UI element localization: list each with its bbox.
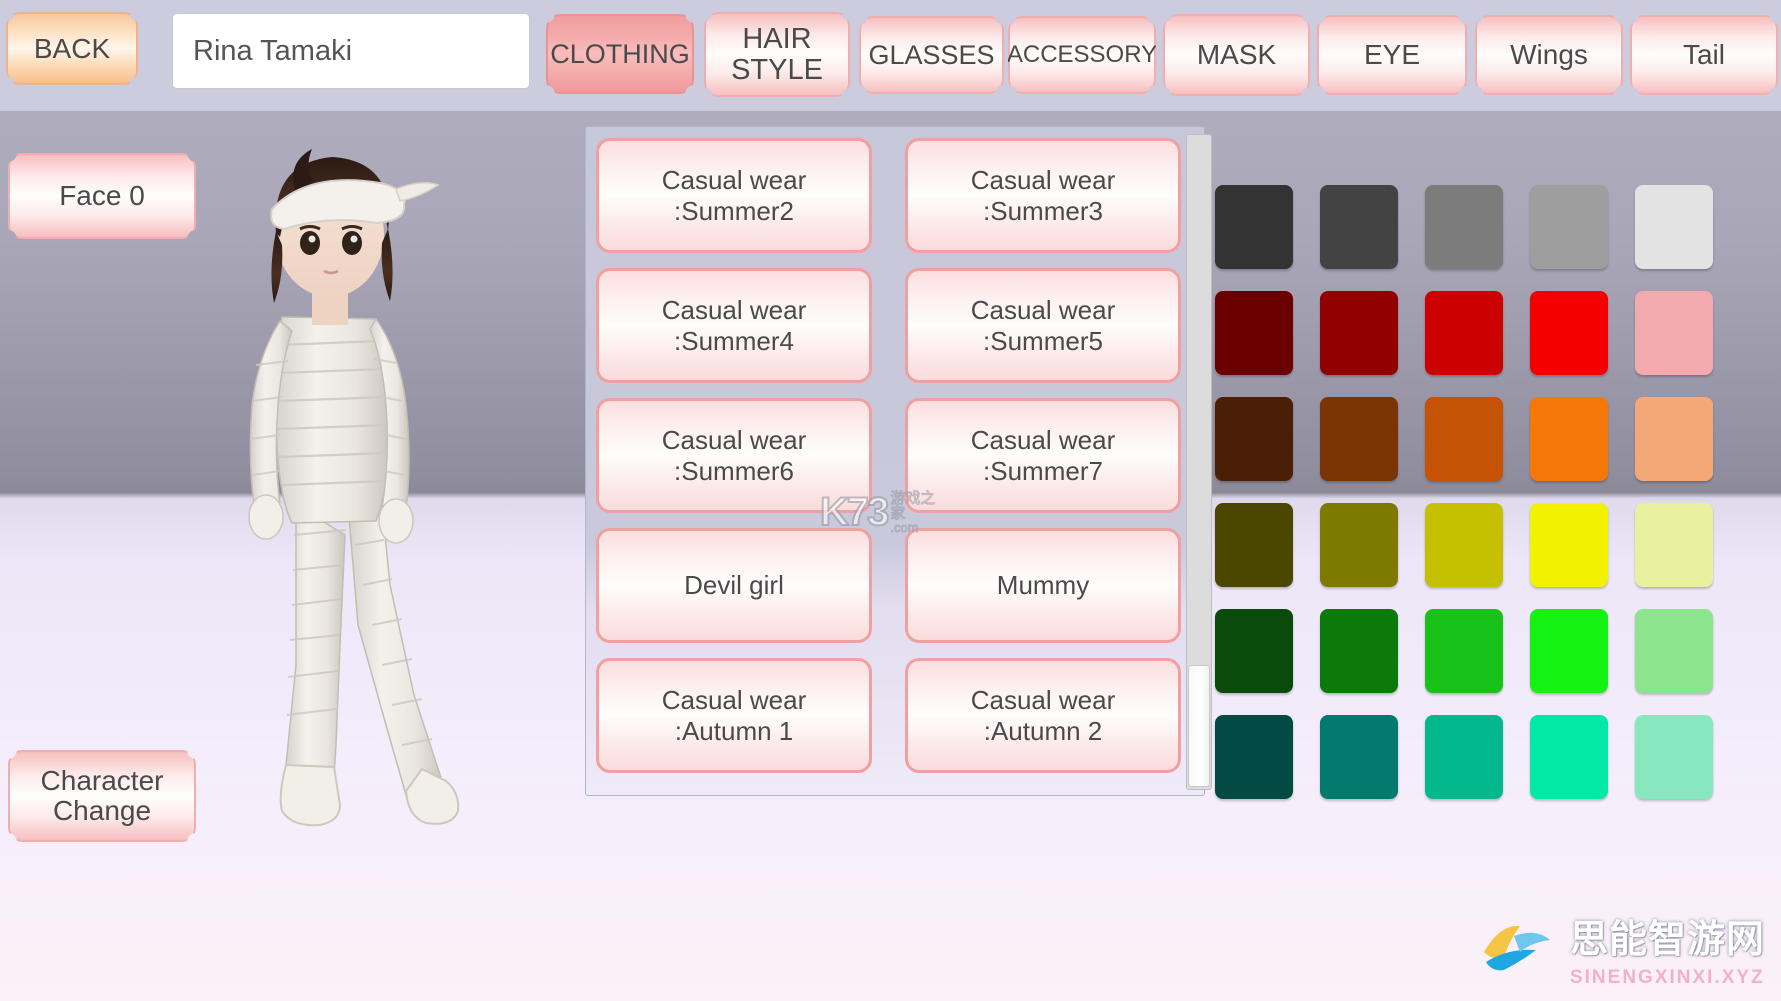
clothing-item-label-line1: Mummy [996, 570, 1090, 601]
clothing-list-panel[interactable]: Casual wear:Summer2 Casual wear:Summer3 Ca… [585, 126, 1205, 796]
clothing-item-button[interactable]: Casual wear:Summer4 [596, 268, 872, 383]
clothing-item-label-line1: Casual wear [661, 424, 807, 455]
tab-mask[interactable]: MASK [1163, 14, 1310, 96]
color-swatch[interactable] [1530, 503, 1608, 587]
color-swatch[interactable] [1215, 185, 1293, 269]
tab-hair-style-line2: STYLE [731, 53, 823, 86]
character-change-button[interactable]: Character Change [8, 750, 196, 842]
color-swatch[interactable] [1530, 397, 1608, 481]
color-swatch[interactable] [1425, 397, 1503, 481]
back-button[interactable]: BACK [6, 12, 138, 85]
color-swatch[interactable] [1635, 503, 1713, 587]
character-model-mummy[interactable] [200, 105, 490, 835]
color-swatch[interactable] [1425, 185, 1503, 269]
color-swatch[interactable] [1635, 609, 1713, 693]
clothing-list-scrollbar[interactable] [1186, 134, 1212, 790]
color-swatch[interactable] [1320, 715, 1398, 799]
color-swatch[interactable] [1635, 185, 1713, 269]
clothing-item-label-line1: Devil girl [684, 570, 784, 601]
tab-wings[interactable]: Wings [1475, 15, 1623, 95]
clothing-item-label-line2: :Summer6 [674, 455, 794, 486]
clothing-item-label-line2: :Autumn 2 [983, 715, 1103, 746]
clothing-item-button[interactable]: Casual wear:Summer2 [596, 138, 872, 253]
tab-tail[interactable]: Tail [1630, 15, 1778, 95]
tab-hair-style[interactable]: HAIR STYLE [704, 12, 850, 97]
clothing-item-label-line2: :Summer3 [983, 195, 1103, 226]
clothing-item-label-line2: :Summer2 [674, 195, 794, 226]
color-swatch[interactable] [1215, 291, 1293, 375]
tab-hair-style-line1: HAIR [742, 22, 812, 55]
clothing-item-label-line2: :Summer5 [983, 325, 1103, 356]
character-change-line1: Character [40, 765, 164, 797]
clothing-item-button[interactable]: Casual wear:Autumn 1 [596, 658, 872, 773]
color-swatch[interactable] [1530, 185, 1608, 269]
clothing-item-button[interactable]: Casual wear:Summer3 [905, 138, 1181, 253]
clothing-item-label-line2: :Summer7 [983, 455, 1103, 486]
color-swatch[interactable] [1320, 291, 1398, 375]
color-swatch[interactable] [1320, 185, 1398, 269]
clothing-item-button[interactable]: Devil girl [596, 528, 872, 643]
color-swatch[interactable] [1215, 609, 1293, 693]
color-swatch[interactable] [1425, 609, 1503, 693]
clothing-item-label-line2: :Summer4 [674, 325, 794, 356]
clothing-item-button[interactable]: Casual wear:Summer6 [596, 398, 872, 513]
color-swatch[interactable] [1425, 715, 1503, 799]
scrollbar-thumb[interactable] [1188, 665, 1210, 787]
color-swatch[interactable] [1425, 503, 1503, 587]
color-swatch[interactable] [1320, 503, 1398, 587]
clothing-item-label-line1: Casual wear [970, 164, 1116, 195]
clothing-item-label-line1: Casual wear [661, 684, 807, 715]
clothing-item-label-line1: Casual wear [970, 684, 1116, 715]
clothing-item-label-line1: Casual wear [661, 164, 807, 195]
character-change-line2: Change [52, 795, 152, 826]
color-swatch[interactable] [1215, 503, 1293, 587]
color-swatch[interactable] [1425, 291, 1503, 375]
clothing-item-button[interactable]: Casual wear:Summer7 [905, 398, 1181, 513]
color-swatch[interactable] [1635, 715, 1713, 799]
face-button[interactable]: Face 0 [8, 153, 196, 239]
character-name-input[interactable]: Rina Tamaki [172, 13, 530, 89]
color-swatch[interactable] [1320, 397, 1398, 481]
clothing-item-button[interactable]: Casual wear:Autumn 2 [905, 658, 1181, 773]
tab-clothing[interactable]: CLOTHING [546, 14, 694, 94]
color-swatch[interactable] [1320, 609, 1398, 693]
clothing-item-button[interactable]: Casual wear:Summer5 [905, 268, 1181, 383]
color-swatch[interactable] [1215, 715, 1293, 799]
tab-accessory[interactable]: ACCESSORY [1007, 16, 1157, 94]
clothing-item-label-line2: :Autumn 1 [674, 715, 794, 746]
color-swatch[interactable] [1215, 397, 1293, 481]
color-swatch[interactable] [1635, 397, 1713, 481]
clothing-item-label-line1: Casual wear [661, 294, 807, 325]
clothing-item-grid: Casual wear:Summer2 Casual wear:Summer3 Ca… [596, 138, 1183, 773]
color-swatch[interactable] [1530, 715, 1608, 799]
tab-glasses[interactable]: GLASSES [859, 16, 1004, 94]
tab-eye[interactable]: EYE [1317, 15, 1467, 95]
clothing-item-label-line1: Casual wear [970, 294, 1116, 325]
top-toolbar: BACK Rina Tamaki CLOTHING HAIR STYLE GLA… [0, 0, 1781, 111]
character-customization-screen: BACK Rina Tamaki CLOTHING HAIR STYLE GLA… [0, 0, 1781, 1001]
clothing-item-button[interactable]: Mummy [905, 528, 1181, 643]
color-swatch[interactable] [1530, 291, 1608, 375]
color-swatch[interactable] [1530, 609, 1608, 693]
color-palette-grid [1215, 185, 1713, 799]
color-swatch[interactable] [1635, 291, 1713, 375]
clothing-item-label-line1: Casual wear [970, 424, 1116, 455]
